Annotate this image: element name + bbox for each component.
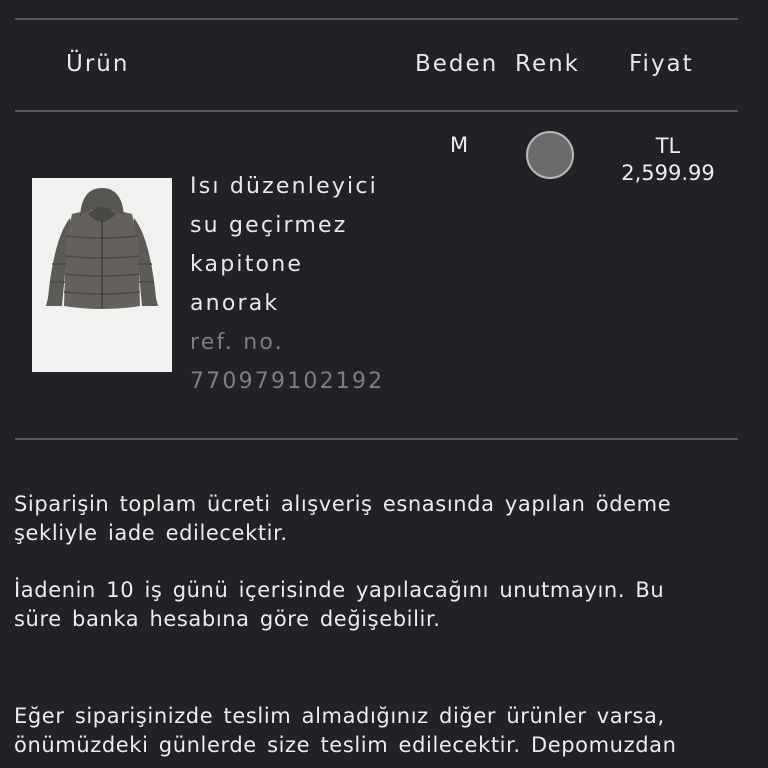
product-image[interactable] (32, 178, 172, 372)
column-header-size: Beden (415, 51, 499, 77)
product-name-line-4[interactable]: anorak (190, 291, 279, 316)
column-header-color: Renk (515, 51, 580, 77)
refund-timing-line-2: süre banka hesabına göre değişebilir. (14, 607, 441, 631)
item-divider (15, 438, 738, 440)
refund-timing-line-1: İadenin 10 iş günü içerisinde yapılacağı… (14, 578, 665, 602)
reference-label: ref. no. (190, 330, 284, 355)
product-name-line-2[interactable]: su geçirmez (190, 213, 347, 238)
color-swatch (526, 131, 574, 179)
price-value: 2,599.99 (621, 161, 715, 185)
hooded-puffer-jacket-icon (32, 178, 172, 372)
product-name-line-1[interactable]: Isı düzenleyici (190, 174, 378, 199)
reference-number: 770979102192 (190, 369, 385, 394)
product-name-line-3[interactable]: kapitone (190, 252, 303, 277)
size-value: M (450, 133, 469, 157)
delivery-info-line-2: önümüzdeki günlerde size teslim edilecek… (14, 733, 677, 757)
header-divider (15, 110, 738, 112)
delivery-info-line-1: Eğer siparişinizde teslim almadığınız di… (14, 704, 665, 728)
price-currency: TL (655, 134, 681, 158)
refund-info-line-2: şekliyle iade edilecektir. (14, 521, 288, 545)
refund-info-line-1: Siparişin toplam ücreti alışveriş esnası… (14, 492, 672, 516)
column-header-price: Fiyat (629, 51, 694, 77)
column-header-product: Ürün (66, 51, 130, 77)
top-divider (15, 18, 738, 20)
